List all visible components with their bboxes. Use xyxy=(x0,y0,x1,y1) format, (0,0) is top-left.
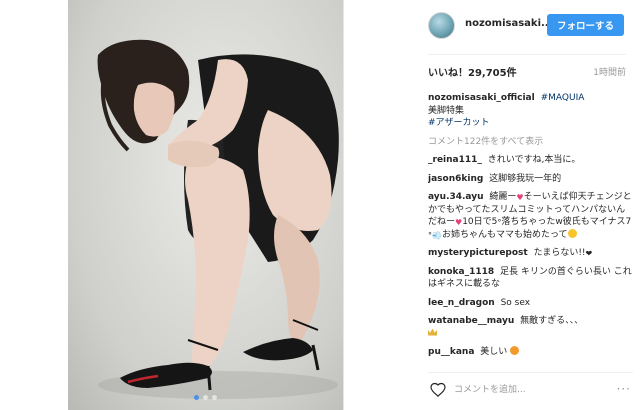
crown-emoji-icon xyxy=(428,328,437,336)
comment-text: 綺麗ー xyxy=(489,192,517,202)
like-count[interactable]: いいね！29,705件 xyxy=(428,64,517,79)
comment-text: 落ちちゃったw彼氏もマイナス7 xyxy=(501,217,632,227)
more-options-icon[interactable]: ··· xyxy=(617,383,631,395)
avatar[interactable] xyxy=(428,12,455,39)
post-side-panel: nozomisasaki... フォローする いいね！29,705件 1時間前 … xyxy=(343,0,640,410)
comment-item: jason6king 这脚够我玩一年的 xyxy=(428,173,633,186)
comment-username[interactable]: pu__kana xyxy=(428,347,474,357)
carousel-dot[interactable] xyxy=(194,395,199,400)
comment-username[interactable]: _reina111_ xyxy=(428,155,482,165)
smiling-emoji-icon xyxy=(510,346,520,355)
post-photo[interactable] xyxy=(68,0,343,410)
comment-username[interactable]: konoka_1118 xyxy=(428,267,494,277)
post-timestamp: 1時間前 xyxy=(593,68,626,78)
comment-username[interactable]: watanabe__mayu xyxy=(428,316,514,326)
carousel-indicator[interactable] xyxy=(68,395,343,400)
comment-item: pu__kana 美しい xyxy=(428,346,633,359)
comment-text: たまらない!! xyxy=(533,248,586,258)
comment-username[interactable]: jason6king xyxy=(428,174,483,184)
comment-text: 10日で5 xyxy=(462,217,498,227)
comment-text: 美しい xyxy=(480,347,508,357)
header-divider xyxy=(428,54,626,55)
caption-username[interactable]: nozomisasaki_official xyxy=(428,93,535,103)
carousel-dot[interactable] xyxy=(203,395,208,400)
photo-woman-in-heels xyxy=(97,39,339,399)
comment-text: 这脚够我玩一年的 xyxy=(489,173,562,184)
comment-username[interactable]: mysterypicturepost xyxy=(428,248,528,258)
comment-item: konoka_1118 足長 キリンの首ぐらい長い これはギネスに載るな xyxy=(428,266,633,291)
caption-text: 美脚特集 xyxy=(428,105,465,116)
follow-button[interactable]: フォローする xyxy=(547,14,624,36)
black-heart-icon: ❤ xyxy=(585,249,593,258)
comment-text: お姉ちゃんもママも始めたって xyxy=(441,229,568,240)
comment-input[interactable] xyxy=(454,381,624,399)
heart-outline-icon[interactable] xyxy=(430,382,446,397)
hashtag-link[interactable]: #アザーカット xyxy=(428,118,490,128)
laughing-emoji-icon xyxy=(567,228,577,238)
comment-item: lee_n_dragon So sex xyxy=(428,297,633,310)
comment-item: mysterypicturepost たまらない!!❤ xyxy=(428,247,633,260)
carousel-dot[interactable] xyxy=(212,395,217,400)
hashtag-link[interactable]: #MAQUIA xyxy=(541,93,585,103)
comment-username[interactable]: lee_n_dragon xyxy=(428,298,495,308)
post-caption: nozomisasaki_official #MAQUIA 美脚特集 #アザーカ… xyxy=(428,92,633,130)
dash-icon: 💨 xyxy=(432,230,442,240)
comment-list: nozomisasaki_official #MAQUIA 美脚特集 #アザーカ… xyxy=(428,92,633,372)
comment-text: So sex xyxy=(500,297,531,308)
comment-text: きれいですね,本当に。 xyxy=(487,155,581,165)
view-all-comments-link[interactable]: コメント122件をすべて表示 xyxy=(428,136,633,149)
comment-text: 無敵すぎる、、、 xyxy=(520,316,584,326)
comment-item: ayu.34.ayu 綺麗ー♥そーいえば仰天チェンジとかでもやってたスリムコミッ… xyxy=(428,191,633,241)
comment-username[interactable]: ayu.34.ayu xyxy=(428,192,484,202)
comment-footer: ··· xyxy=(428,372,633,410)
comment-item: _reina111_ きれいですね,本当に。 xyxy=(428,154,633,167)
comment-item: watanabe__mayu 無敵すぎる、、、 xyxy=(428,315,633,340)
post-username[interactable]: nozomisasaki... xyxy=(465,18,552,29)
pink-heart-icon: ♥ xyxy=(516,193,524,202)
